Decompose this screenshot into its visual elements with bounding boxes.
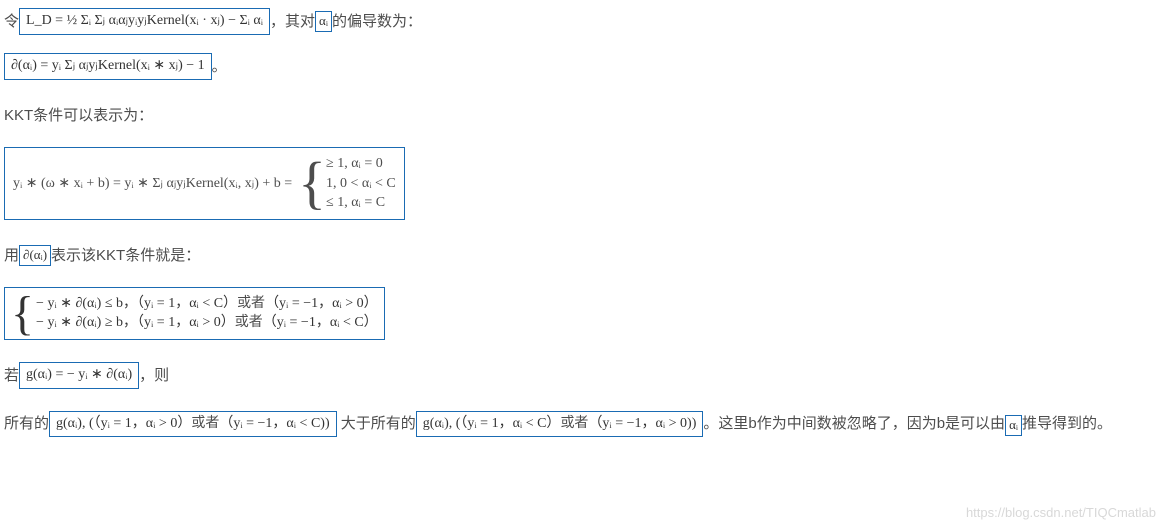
kkt-cases: ≥ 1, αᵢ = 0 1, 0 < αᵢ < C ≤ 1, αᵢ = C	[326, 154, 396, 213]
formula-kkt-main: yᵢ ∗ (ω ∗ xᵢ + b) = yᵢ ∗ Σⱼ αⱼyⱼKernel(x…	[4, 147, 405, 220]
kkt2-r2c: （yᵢ = −1，αᵢ < C）	[263, 315, 378, 330]
kkt2-r1a: − yᵢ ∗ ∂(αᵢ) ≤ b，（yᵢ = 1，αᵢ < C）	[36, 296, 237, 311]
formula-g-set-1: g(αᵢ), (（yᵢ = 1，αᵢ > 0）或者（yᵢ = −1，αᵢ < C…	[49, 411, 337, 437]
g1a: g(αᵢ), (（yᵢ = 1，αᵢ > 0）	[56, 416, 191, 431]
kkt2-row2: − yᵢ ∗ ∂(αᵢ) ≥ b，（yᵢ = 1，αᵢ > 0）或者（yᵢ = …	[36, 313, 378, 333]
kkt2-r1c: （yᵢ = −1，αᵢ > 0）	[265, 296, 378, 311]
text-b-ignored: 。这里b作为中间数被忽略了，因为b是可以由	[703, 415, 1005, 432]
watermark-url: https://blog.csdn.net/TIQCmatlab	[966, 505, 1156, 520]
kkt2-row1: − yᵢ ∗ ∂(αᵢ) ≤ b，（yᵢ = 1，αᵢ < C）或者（yᵢ = …	[36, 294, 378, 314]
text-then: ，则	[139, 362, 169, 389]
text-let: 令	[4, 8, 19, 35]
text-its-partial: ，其对	[270, 8, 315, 35]
text-if: 若	[4, 362, 19, 389]
var-alpha-i: αᵢ	[315, 11, 332, 32]
g2a: g(αᵢ), (（yᵢ = 1，αᵢ < C）	[423, 416, 561, 431]
line-kkt-rewrite: { − yᵢ ∗ ∂(αᵢ) ≤ b，（yᵢ = 1，αᵢ < C）或者（yᵢ …	[4, 287, 1162, 340]
kkt-case-3: ≤ 1, αᵢ = C	[326, 193, 396, 213]
g1c: （yᵢ = −1，αᵢ < C))	[219, 416, 329, 431]
line-define-g: 若 g(αᵢ) = − yᵢ ∗ ∂(αᵢ) ，则	[4, 362, 1162, 389]
line-partial-eq: ∂(αᵢ) = yᵢ Σⱼ αⱼyⱼKernel(xᵢ ∗ xⱼ) − 1 。	[4, 53, 1162, 80]
formula-g-set-2: g(αᵢ), (（yᵢ = 1，αᵢ < C）或者（yᵢ = −1，αᵢ > 0…	[416, 411, 704, 437]
formula-partial-small: ∂(αᵢ)	[19, 245, 51, 266]
text-greater-than-all: 大于所有的	[337, 415, 416, 432]
brace-icon: {	[298, 160, 326, 206]
kkt-lhs: yᵢ ∗ (ω ∗ xᵢ + b) = yᵢ ∗ Σⱼ αⱼyⱼKernel(x…	[13, 171, 292, 196]
g2b-or: 或者	[560, 416, 588, 431]
line-kkt-intro: KKT条件可以表示为：	[4, 102, 1162, 129]
formula-g-def: g(αᵢ) = − yᵢ ∗ ∂(αᵢ)	[19, 362, 139, 388]
text-use: 用	[4, 242, 19, 269]
kkt-case-2: 1, 0 < αᵢ < C	[326, 174, 396, 194]
text-kkt-intro: KKT条件可以表示为：	[4, 102, 153, 129]
line-use-partial: 用 ∂(αᵢ) 表示该KKT条件就是：	[4, 242, 1162, 269]
text-derivative-is: 的偏导数为：	[332, 8, 422, 35]
line-kkt-formula: yᵢ ∗ (ω ∗ xᵢ + b) = yᵢ ∗ Σⱼ αⱼyⱼKernel(x…	[4, 147, 1162, 220]
text-express-kkt: 表示该KKT条件就是：	[51, 242, 200, 269]
brace-icon: {	[11, 292, 34, 335]
text-period: 。	[212, 53, 227, 80]
kkt-case-1: ≥ 1, αᵢ = 0	[326, 154, 396, 174]
text-derived: 推导得到的。	[1022, 415, 1112, 432]
line-final-statement: 所有的g(αᵢ), (（yᵢ = 1，αᵢ > 0）或者（yᵢ = −1，αᵢ …	[4, 407, 1162, 442]
formula-ld: L_D = ½ Σᵢ Σⱼ αᵢαⱼyᵢyⱼKernel(xᵢ · xⱼ) − …	[19, 8, 270, 34]
kkt2-r2b-or: 或者	[235, 315, 263, 330]
g2c: （yᵢ = −1，αᵢ > 0))	[588, 416, 696, 431]
kkt2-r1b-or: 或者	[237, 296, 265, 311]
formula-kkt-rewrite: { − yᵢ ∗ ∂(αᵢ) ≤ b，（yᵢ = 1，αᵢ < C）或者（yᵢ …	[4, 287, 385, 340]
formula-partial-alpha: ∂(αᵢ) = yᵢ Σⱼ αⱼyⱼKernel(xᵢ ∗ xⱼ) − 1	[4, 53, 212, 79]
line-ld-definition: 令 L_D = ½ Σᵢ Σⱼ αᵢαⱼyᵢyⱼKernel(xᵢ · xⱼ) …	[4, 8, 1162, 35]
var-alpha-i-final: αᵢ	[1005, 415, 1022, 436]
g1b-or: 或者	[191, 416, 219, 431]
kkt2-r2a: − yᵢ ∗ ∂(αᵢ) ≥ b，（yᵢ = 1，αᵢ > 0）	[36, 315, 235, 330]
text-all-1: 所有的	[4, 415, 49, 432]
